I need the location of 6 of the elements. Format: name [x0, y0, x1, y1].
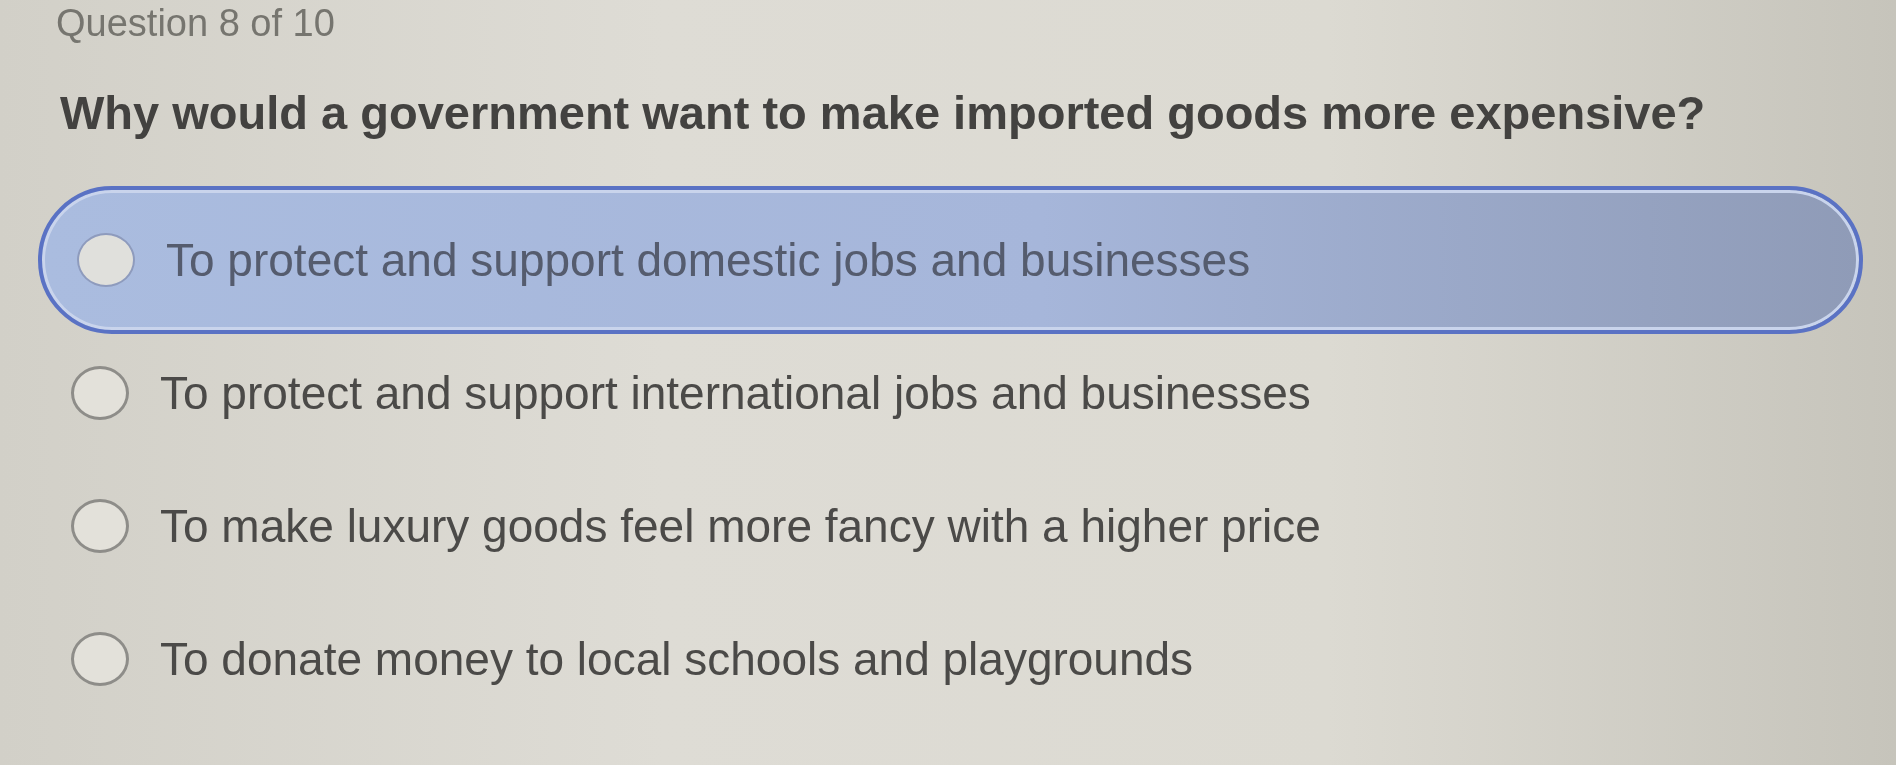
answer-option[interactable]: To protect and support international jobs and businesses	[71, 365, 1311, 420]
question-counter: Question 8 of 10	[56, 2, 335, 44]
question-text: Why would a government want to make imported goods more expensive?	[60, 85, 1706, 141]
answer-option[interactable]: To donate money to local schools and playgrounds	[71, 631, 1194, 686]
answer-option[interactable]: To make luxury goods feel more fancy with a higher price	[71, 498, 1321, 553]
answer-option[interactable]: To protect and support domestic jobs and businesses	[38, 185, 1863, 334]
